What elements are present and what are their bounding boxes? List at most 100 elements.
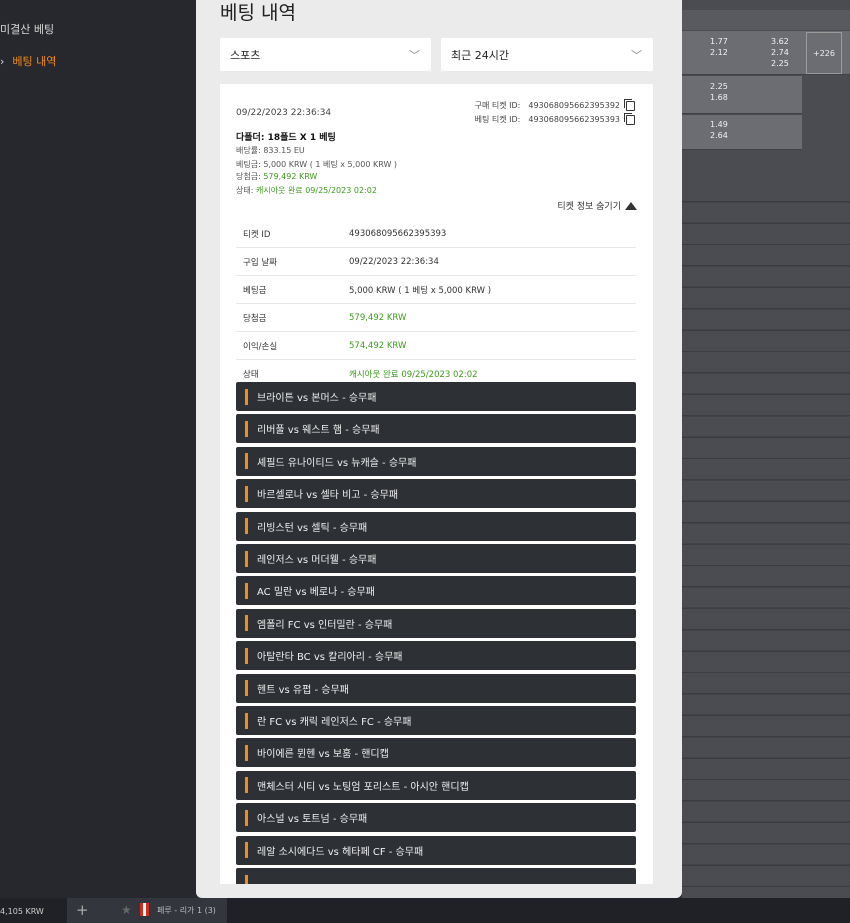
hide-ticket-info-link[interactable]: 티켓 정보 숨기기 [557, 199, 637, 212]
triangle-up-icon [625, 202, 637, 210]
match-accent-bar [245, 809, 248, 826]
match-row[interactable]: 바이에른 뮌헨 vs 보훔 - 핸디캡 [236, 738, 636, 768]
star-icon[interactable]: ★ [121, 903, 132, 917]
sidebar: 미결산 베팅 › 베팅 내역 [0, 0, 196, 898]
match-accent-bar [245, 420, 248, 437]
sidebar-item-bet-history[interactable]: › 베팅 내역 [0, 53, 56, 69]
odds-value[interactable]: 2.64 [710, 130, 728, 141]
match-accent-bar [245, 388, 248, 405]
detail-value: 09/22/2023 22:36:34 [349, 256, 439, 267]
sidebar-item-label: 베팅 내역 [12, 55, 57, 68]
detail-key: 베팅금 [243, 285, 267, 296]
hide-ticket-info-label: 티켓 정보 숨기기 [557, 202, 621, 212]
match-row[interactable]: 아스널 vs 토트넘 - 승무패 [236, 803, 636, 833]
odds-background: 1.77 2.12 3.62 2.74 2.25 2.25 1.68 1.49 … [682, 0, 850, 898]
league-label[interactable]: 페루 - 리가 1 (3) [157, 905, 216, 916]
match-row[interactable]: AC 밀란 vs 베로나 - 승무패 [236, 576, 636, 606]
match-label: 엠폴리 FC vs 인터밀란 - 승무패 [257, 619, 393, 631]
ticket-details-table: 티켓 ID 493068095662395393 구입 날짜 09/22/202… [236, 220, 636, 388]
match-label: 바이에른 뮌헨 vs 보훔 - 핸디캡 [257, 749, 389, 761]
purchase-id-value: 493068095662395392 [528, 101, 620, 110]
detail-value: 캐시아웃 완료 09/25/2023 02:02 [349, 369, 478, 380]
match-label: 셰필드 유나이티드 vs 뉴캐슬 - 승무패 [257, 457, 417, 469]
winnings-value: 579,492 KRW [263, 172, 318, 181]
match-row[interactable]: 바르셀로나 vs 셀타 비고 - 승무패 [236, 479, 636, 509]
odds-value[interactable]: 2.74 [771, 47, 789, 58]
detail-key: 구입 날짜 [243, 257, 277, 268]
chevron-down-icon: ﹀ [631, 49, 642, 62]
match-label: AC 밀란 vs 베로나 - 승무패 [257, 587, 375, 599]
time-range-value: 최근 24시간 [451, 49, 509, 62]
match-row[interactable]: 리버풀 vs 웨스트 햄 - 승무패 [236, 414, 636, 444]
odds-line: 배당률: 833.15 EU [236, 146, 305, 155]
detail-key: 당첨금 [243, 313, 267, 324]
time-range-select[interactable]: 최근 24시간 ﹀ [441, 38, 653, 71]
match-row[interactable]: 란 FC vs 캐릭 레인저스 FC - 승무패 [236, 706, 636, 735]
match-accent-bar [245, 680, 248, 697]
plus-icon[interactable]: + [76, 901, 89, 919]
match-accent-bar [245, 453, 248, 470]
match-accent-bar [245, 550, 248, 567]
odds-value[interactable]: 1.68 [710, 92, 728, 103]
odds-value[interactable]: 2.12 [710, 47, 728, 58]
match-label: 란 FC vs 캐릭 레인저스 FC - 승무패 [257, 717, 412, 728]
status-value: 캐시아웃 완료 09/25/2023 02:02 [255, 186, 377, 195]
table-row: 베팅금 5,000 KRW ( 1 베팅 x 5,000 KRW ) [236, 276, 636, 304]
stake-line: 베팅금: 5,000 KRW ( 1 베팅 x 5,000 KRW ) [236, 160, 398, 169]
purchase-id-label: 구매 티켓 ID: [474, 101, 521, 110]
match-row[interactable]: 헨트 vs 유펍 - 승무패 [236, 673, 636, 703]
odds-header-bar [682, 10, 850, 30]
ticket-date: 09/22/2023 22:36:34 [236, 108, 332, 118]
match-row[interactable]: 셰필드 유나이티드 vs 뉴캐슬 - 승무패 [236, 446, 636, 476]
sport-select[interactable]: 스포츠 ﹀ [220, 38, 431, 71]
match-accent-bar [245, 647, 248, 664]
match-accent-bar [245, 777, 248, 794]
match-label: 레인저스 vs 머더웰 - 승무패 [257, 555, 377, 566]
copy-icon[interactable] [624, 113, 635, 125]
odds-value[interactable]: 3.62 [771, 36, 789, 47]
table-row: 이익/손실 574,492 KRW [236, 332, 636, 360]
match-label: 레알 소시에다드 vs 헤타페 CF - 승무패 [257, 846, 424, 858]
match-label: 아탈란타 BC vs 칼리아리 - 승무패 [257, 652, 403, 664]
odds-row[interactable]: 2.25 1.68 [682, 76, 802, 114]
odds-value[interactable]: 2.25 [710, 81, 728, 92]
detail-key: 티켓 ID [243, 229, 271, 240]
peru-flag-icon [140, 903, 149, 916]
match-label: 리빙스턴 vs 셀틱 - 승무패 [257, 522, 368, 534]
match-label: 브라이튼 vs 본머스 - 승무패 [257, 393, 377, 404]
match-accent-bar [245, 485, 248, 502]
bet-history-modal: 베팅 내역 스포츠 ﹀ 최근 24시간 ﹀ 09/22/2023 22:36:3… [196, 0, 682, 898]
match-accent-bar [245, 518, 248, 535]
match-row[interactable]: 레인저스 vs 머더웰 - 승무패 [236, 544, 636, 573]
match-row[interactable]: 맨체스터 시티 vs 노팅엄 포리스트 - 아시안 핸디캡 [236, 770, 636, 800]
odds-value[interactable]: 1.49 [710, 119, 728, 130]
match-row[interactable]: 엠폴리 FC vs 인터밀란 - 승무패 [236, 608, 636, 638]
detail-value: 5,000 KRW ( 1 베팅 x 5,000 KRW ) [349, 285, 492, 296]
table-row: 구입 날짜 09/22/2023 22:36:34 [236, 248, 636, 276]
match-row[interactable]: 리빙스턴 vs 셀틱 - 승무패 [236, 511, 636, 541]
odds-row[interactable]: 1.49 2.64 [682, 115, 802, 150]
match-label: 아스널 vs 토트넘 - 승무패 [257, 814, 368, 826]
balance-text: 4,105 KRW [0, 907, 44, 916]
match-row[interactable]: 브라이튼 vs 본머스 - 승무패 [236, 382, 636, 411]
match-row[interactable]: 아탈란타 BC vs 칼리아리 - 승무패 [236, 641, 636, 671]
table-row: 당첨금 579,492 KRW [236, 304, 636, 332]
status-line: 상태: 캐시아웃 완료 09/25/2023 02:02 [236, 185, 377, 196]
more-markets-button[interactable]: +226 [806, 32, 842, 74]
match-label: 바르셀로나 vs 셀타 비고 - 승무패 [257, 490, 399, 502]
match-row[interactable] [236, 868, 636, 884]
odds-value[interactable]: 2.25 [771, 58, 789, 69]
bottom-bar: 4,105 KRW + ★ 페루 - 리가 1 (3) [0, 898, 850, 923]
status-label: 상태: [236, 186, 256, 195]
detail-key: 상태 [243, 369, 259, 380]
detail-value: 493068095662395393 [349, 228, 447, 239]
event-list-lines [682, 181, 850, 898]
sidebar-item-unsettled-bets[interactable]: 미결산 베팅 [0, 21, 54, 37]
match-row[interactable]: 레알 소시에다드 vs 헤타페 CF - 승무패 [236, 835, 636, 865]
odds-value[interactable]: 1.77 [710, 36, 728, 47]
chevron-down-icon: ﹀ [409, 49, 420, 62]
chevron-right-icon: › [0, 55, 5, 68]
match-accent-bar [245, 615, 248, 632]
sidebar-item-label: 미결산 베팅 [0, 23, 55, 36]
copy-icon[interactable] [624, 99, 635, 111]
